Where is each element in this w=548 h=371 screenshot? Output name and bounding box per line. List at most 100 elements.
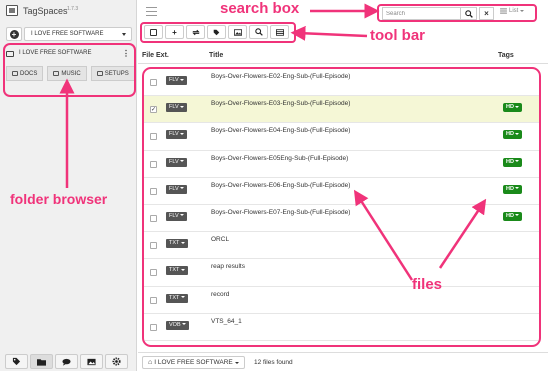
column-header-tags[interactable]: Tags [498,52,514,59]
ext-label: FLV [169,77,179,83]
file-extension-badge[interactable]: TXT [166,239,188,249]
tag-label: HD [506,104,514,111]
table-header: File Ext. Title Tags [138,50,548,64]
table-row[interactable]: TXT record [144,287,539,314]
row-checkbox[interactable]: ✓ [150,106,157,114]
chat-panel-button[interactable] [55,354,78,369]
file-title[interactable]: ORCL [211,236,229,243]
tag-badge[interactable]: HD [503,103,523,113]
caret-down-icon [515,105,520,108]
caret-down-icon [180,296,185,299]
table-row[interactable]: VOB VTS_64_1 [144,314,539,341]
table-row[interactable]: TXT reap results [144,259,539,287]
ext-label: FLV [169,212,179,219]
row-checkbox[interactable] [150,160,157,168]
column-header-title[interactable]: Title [209,52,223,59]
caret-down-icon [180,78,185,81]
gear-icon [112,357,121,366]
file-title[interactable]: Boys-Over-Flowers-E04-Eng-Sub-(Full-Epis… [211,127,350,134]
menu-toggle-icon[interactable] [146,7,157,16]
file-rows: FLV Boys-Over-Flowers-E02-Eng-Sub-(Full-… [144,69,539,341]
caret-down-icon [515,160,520,163]
table-row[interactable]: TXT ORCL [144,232,539,260]
tag-label: HD [506,212,514,219]
ext-label: TXT [169,240,180,247]
location-label: I LOVE FREE SOFTWARE [31,31,104,37]
add-location-button[interactable]: + [6,27,22,41]
view-mode-dropdown[interactable]: List [500,8,525,14]
caret-down-icon [180,132,185,135]
row-checkbox[interactable] [150,323,157,331]
row-checkbox[interactable] [150,296,157,304]
file-extension-badge[interactable]: FLV [166,130,188,140]
file-title[interactable]: VTS_64_1 [211,318,242,325]
row-checkbox[interactable] [150,79,157,86]
plus-icon: + [9,29,19,39]
file-extension-badge[interactable]: FLV [166,76,188,85]
caret-down-icon [182,323,187,326]
file-title[interactable]: Boys-Over-Flowers-E07-Eng-Sub-(Full-Epis… [211,209,350,216]
tag-badge[interactable]: HD [503,157,523,167]
caret-down-icon [234,361,239,364]
folder-browser-highlight [3,43,136,97]
table-row[interactable]: FLV Boys-Over-Flowers-E04-Eng-Sub-(Full-… [144,123,539,151]
file-extension-badge[interactable]: VOB [166,320,190,330]
file-title[interactable]: Boys-Over-Flowers-E05Eng-Sub-(Full-Episo… [211,155,348,162]
file-count: 12 files found [254,359,293,366]
ext-label: FLV [169,185,179,192]
image-panel-button[interactable] [80,354,103,369]
tag-badge[interactable]: HD [503,130,523,140]
file-extension-badge[interactable]: FLV [166,184,188,194]
table-row[interactable]: FLV Boys-Over-Flowers-E05Eng-Sub-(Full-E… [144,151,539,178]
tag-badge[interactable]: HD [503,211,523,221]
file-extension-badge[interactable]: FLV [166,103,188,113]
file-extension-badge[interactable]: TXT [166,266,188,276]
row-checkbox[interactable] [150,187,157,195]
file-extension-badge[interactable]: FLV [166,211,188,221]
caret-down-icon [180,105,185,108]
folders-panel-button[interactable] [30,354,53,369]
file-title[interactable]: reap results [211,263,245,270]
tags-panel-button[interactable] [5,354,28,369]
file-title[interactable]: Boys-Over-Flowers-E06-Eng-Sub-(Full-Epis… [211,182,350,189]
status-bar: ⌂ I LOVE FREE SOFTWARE 12 files found [138,352,548,371]
location-dropdown[interactable]: I LOVE FREE SOFTWARE [24,27,132,41]
caret-down-icon [180,187,185,190]
tag-label: HD [506,158,514,165]
left-panel: TagSpaces 1.7.3 + I LOVE FREE SOFTWARE I… [0,0,137,371]
caret-down-icon [520,10,525,12]
caret-down-icon [122,33,126,36]
row-checkbox[interactable] [150,133,157,141]
file-list: FLV Boys-Over-Flowers-E02-Eng-Sub-(Full-… [142,67,541,347]
caret-down-icon [180,160,185,163]
table-row[interactable]: ✓ FLV Boys-Over-Flowers-E03-Eng-Sub-(Full… [144,96,539,124]
chat-icon [62,358,71,366]
file-title[interactable]: record [211,291,229,298]
table-row[interactable]: FLV Boys-Over-Flowers-E06-Eng-Sub-(Full-… [144,178,539,205]
file-extension-badge[interactable]: TXT [166,293,188,303]
ext-label: TXT [169,267,180,274]
file-extension-badge[interactable]: FLV [166,157,188,167]
image-icon [87,358,96,365]
status-location-label: I LOVE FREE SOFTWARE [154,359,233,366]
tag-label: HD [506,131,514,138]
column-header-ext[interactable]: File Ext. [142,52,169,59]
row-checkbox[interactable] [150,269,157,277]
file-title[interactable]: Boys-Over-Flowers-E02-Eng-Sub-(Full-Epis… [211,73,350,80]
location-row: + I LOVE FREE SOFTWARE [6,27,132,41]
search-box-annotation: search box [220,0,300,17]
caret-down-icon [515,214,520,217]
table-row[interactable]: FLV Boys-Over-Flowers-E02-Eng-Sub-(Full-… [144,69,539,97]
status-location-button[interactable]: ⌂ I LOVE FREE SOFTWARE [142,356,245,369]
tool-bar-annotation: tool bar [370,27,425,44]
file-title[interactable]: Boys-Over-Flowers-E03-Eng-Sub-(Full-Epis… [211,100,350,107]
tag-label: HD [506,185,514,192]
caret-down-icon [180,214,185,217]
row-checkbox[interactable] [150,242,157,250]
row-checkbox[interactable] [150,214,157,222]
tag-badge[interactable]: HD [503,184,523,194]
settings-button[interactable] [105,354,128,369]
table-row[interactable]: FLV Boys-Over-Flowers-E07-Eng-Sub-(Full-… [144,205,539,233]
left-bottom-toolbar [5,354,128,369]
tag-icon [12,357,21,366]
